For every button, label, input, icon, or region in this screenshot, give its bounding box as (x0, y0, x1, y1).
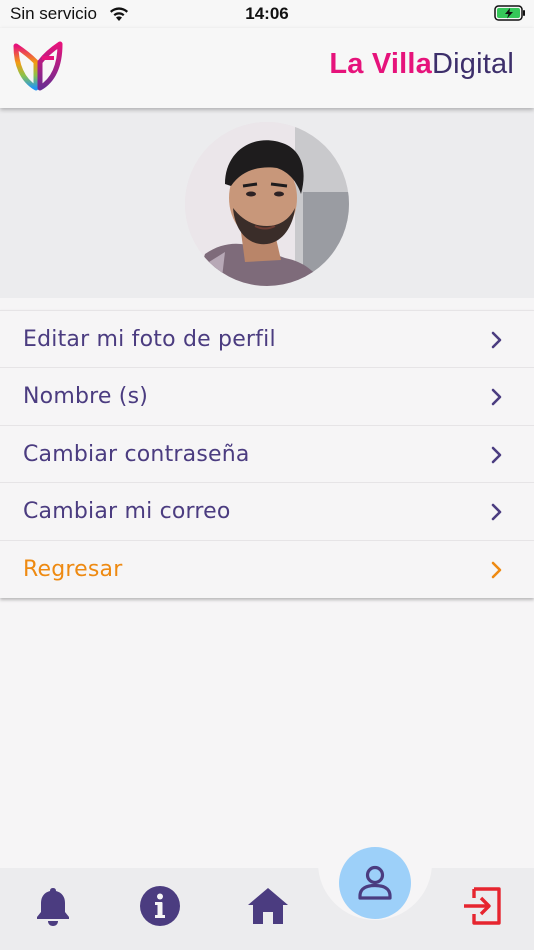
app-logo (13, 41, 63, 91)
menu-item-label: Cambiar mi correo (23, 499, 231, 525)
chevron-right-icon (491, 446, 502, 464)
clock: 14:06 (245, 4, 289, 23)
menu-item-edit-photo[interactable]: Editar mi foto de perfil (0, 311, 534, 369)
logout-icon[interactable] (460, 884, 504, 928)
brand-title-accent: La Villa (329, 48, 432, 80)
chevron-right-icon (491, 561, 502, 578)
battery-charging-icon (494, 5, 525, 21)
status-bar: Sin servicio 14:06 (0, 0, 534, 28)
menu-item-label: Cambiar contraseña (23, 441, 250, 467)
home-icon[interactable] (246, 884, 290, 928)
profile-nav-button[interactable] (339, 847, 411, 919)
info-icon[interactable] (138, 884, 182, 928)
profile-menu: Editar mi foto de perfil Nombre (s) Camb… (0, 310, 534, 598)
bell-icon[interactable] (31, 884, 75, 928)
brand-title-rest: Digital (432, 48, 514, 80)
app-header: La VillaDigital (0, 28, 534, 108)
menu-item-back[interactable]: Regresar (0, 541, 534, 598)
avatar[interactable] (185, 122, 349, 286)
profile-icon (358, 865, 392, 900)
menu-item-change-password[interactable]: Cambiar contraseña (0, 426, 534, 484)
chevron-right-icon (491, 389, 502, 406)
chevron-right-icon (491, 331, 502, 349)
menu-item-change-email[interactable]: Cambiar mi correo (0, 483, 534, 541)
profile-photo-area (0, 108, 534, 298)
menu-item-label: Nombre (s) (23, 384, 149, 410)
brand-title: La VillaDigital (329, 48, 514, 81)
avatar-photo (185, 122, 349, 286)
menu-item-label: Regresar (23, 556, 123, 582)
menu-item-label: Editar mi foto de perfil (23, 327, 276, 352)
menu-item-name[interactable]: Nombre (s) (0, 368, 534, 426)
chevron-right-icon (491, 503, 502, 521)
